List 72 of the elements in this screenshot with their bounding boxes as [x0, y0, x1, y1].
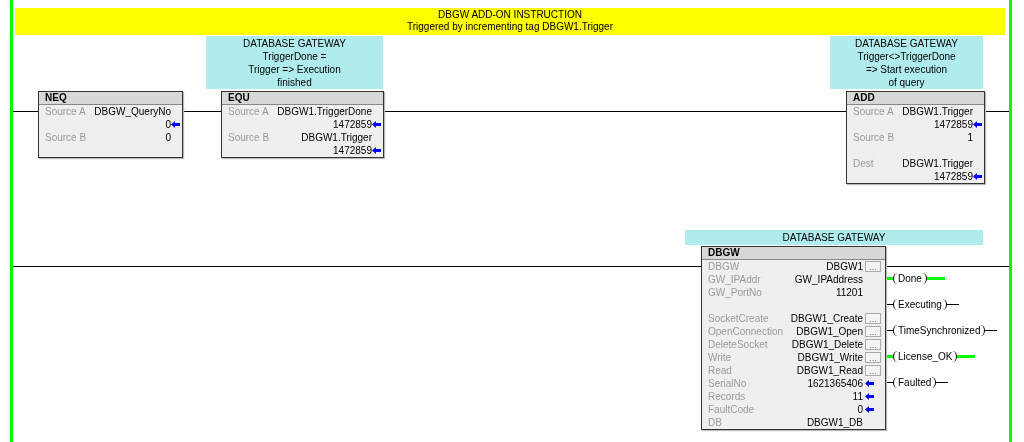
browse-button[interactable]: ... [865, 365, 881, 376]
coil-wire [936, 382, 949, 383]
coil-wire [946, 304, 959, 305]
tag-name: DBGW1_Delete [790, 338, 863, 351]
output-coil: Faulted [893, 377, 937, 388]
parameter-label: DBGW [707, 260, 740, 273]
parameter-label: SocketCreate [707, 312, 769, 325]
constant-value: 0 [164, 131, 171, 144]
browse-button[interactable]: ... [865, 352, 881, 363]
tag-name: DBGW1_Write [796, 351, 863, 364]
parameter-label: Source B [44, 131, 87, 144]
coil-wire [957, 355, 976, 358]
tag-name: DBGW1.Trigger [901, 157, 973, 170]
constant-value: 11201 [834, 286, 863, 299]
output-coil: License_OK [893, 351, 958, 362]
parameter-label: SerialNo [707, 377, 747, 390]
arrow-icon [973, 173, 982, 180]
parameter-label: Source B [852, 131, 895, 144]
tag-name: DBGW1 [825, 260, 863, 273]
parameter-label: Dest [852, 157, 874, 170]
output-coil: Done [893, 273, 927, 284]
tag-name: DBGW1_Open [795, 325, 863, 338]
parameter-label: Source A [852, 105, 894, 118]
tag-value: 11 [851, 390, 863, 403]
instruction-comment: DATABASE GATEWAY TriggerDone = Trigger => Execution finished [206, 36, 383, 89]
parameter-label: Read [707, 364, 732, 377]
output-coil: Executing [893, 299, 947, 310]
arrow-icon [372, 121, 381, 128]
parameter-label: Source A [44, 105, 86, 118]
arrow-icon [372, 147, 381, 154]
parameter-label: Records [707, 390, 746, 403]
instruction-name: NEQ [39, 92, 182, 105]
tag-name: DBGW1_DB [805, 416, 863, 429]
parameter-label: Write [707, 351, 732, 364]
browse-button[interactable]: ... [865, 261, 881, 272]
tag-value: 0 [164, 118, 171, 131]
parameter-label: OpenConnection [707, 325, 784, 338]
parameter-label: Source A [227, 105, 269, 118]
arrow-icon [973, 121, 982, 128]
coil-wire [926, 277, 945, 280]
tag-name: GW_IPAddress [793, 273, 863, 286]
browse-button[interactable]: ... [865, 313, 881, 324]
parameter-label: GW_PortNo [707, 286, 762, 299]
tag-name: DBGW1_Create [789, 312, 863, 325]
coil-wire [985, 330, 998, 331]
instruction-name: DBGW [702, 247, 885, 260]
tag-name: DBGW1.TriggerDone [276, 105, 372, 118]
parameter-label: FaultCode [707, 403, 755, 416]
output-coil: TimeSynchronized [893, 325, 986, 336]
tag-name: DBGW_QueryNo [93, 105, 171, 118]
instruction-comment: DATABASE GATEWAY Trigger<>TriggerDone => Start execution of query [830, 36, 983, 89]
parameter-label: DeleteSocket [707, 338, 768, 351]
constant-value: 1 [966, 131, 973, 144]
instruction-name: ADD [847, 92, 984, 105]
tag-value: 0 [856, 403, 863, 416]
tag-value: 1621365406 [806, 377, 863, 390]
arrow-icon [171, 121, 180, 128]
instruction-comment: DATABASE GATEWAY [685, 230, 983, 245]
tag-value: 1472859 [332, 118, 372, 131]
tag-value: 1472859 [933, 170, 973, 183]
tag-value: 1472859 [332, 144, 372, 157]
parameter-label: Source B [227, 131, 270, 144]
browse-button[interactable]: ... [865, 339, 881, 350]
rung-comment: DBGW ADD-ON INSTRUCTION Triggered by incrementing tag DBGW1.Trigger [15, 8, 1005, 35]
tag-name: DBGW1.Trigger [901, 105, 973, 118]
tag-name: DBGW1.Trigger [300, 131, 372, 144]
browse-button[interactable]: ... [865, 326, 881, 337]
tag-value: 1472859 [933, 118, 973, 131]
instruction-name: EQU [222, 92, 383, 105]
tag-name: DBGW1_Read [795, 364, 863, 377]
parameter-label: DB [707, 416, 722, 429]
parameter-label: GW_IPAddr [707, 273, 761, 286]
